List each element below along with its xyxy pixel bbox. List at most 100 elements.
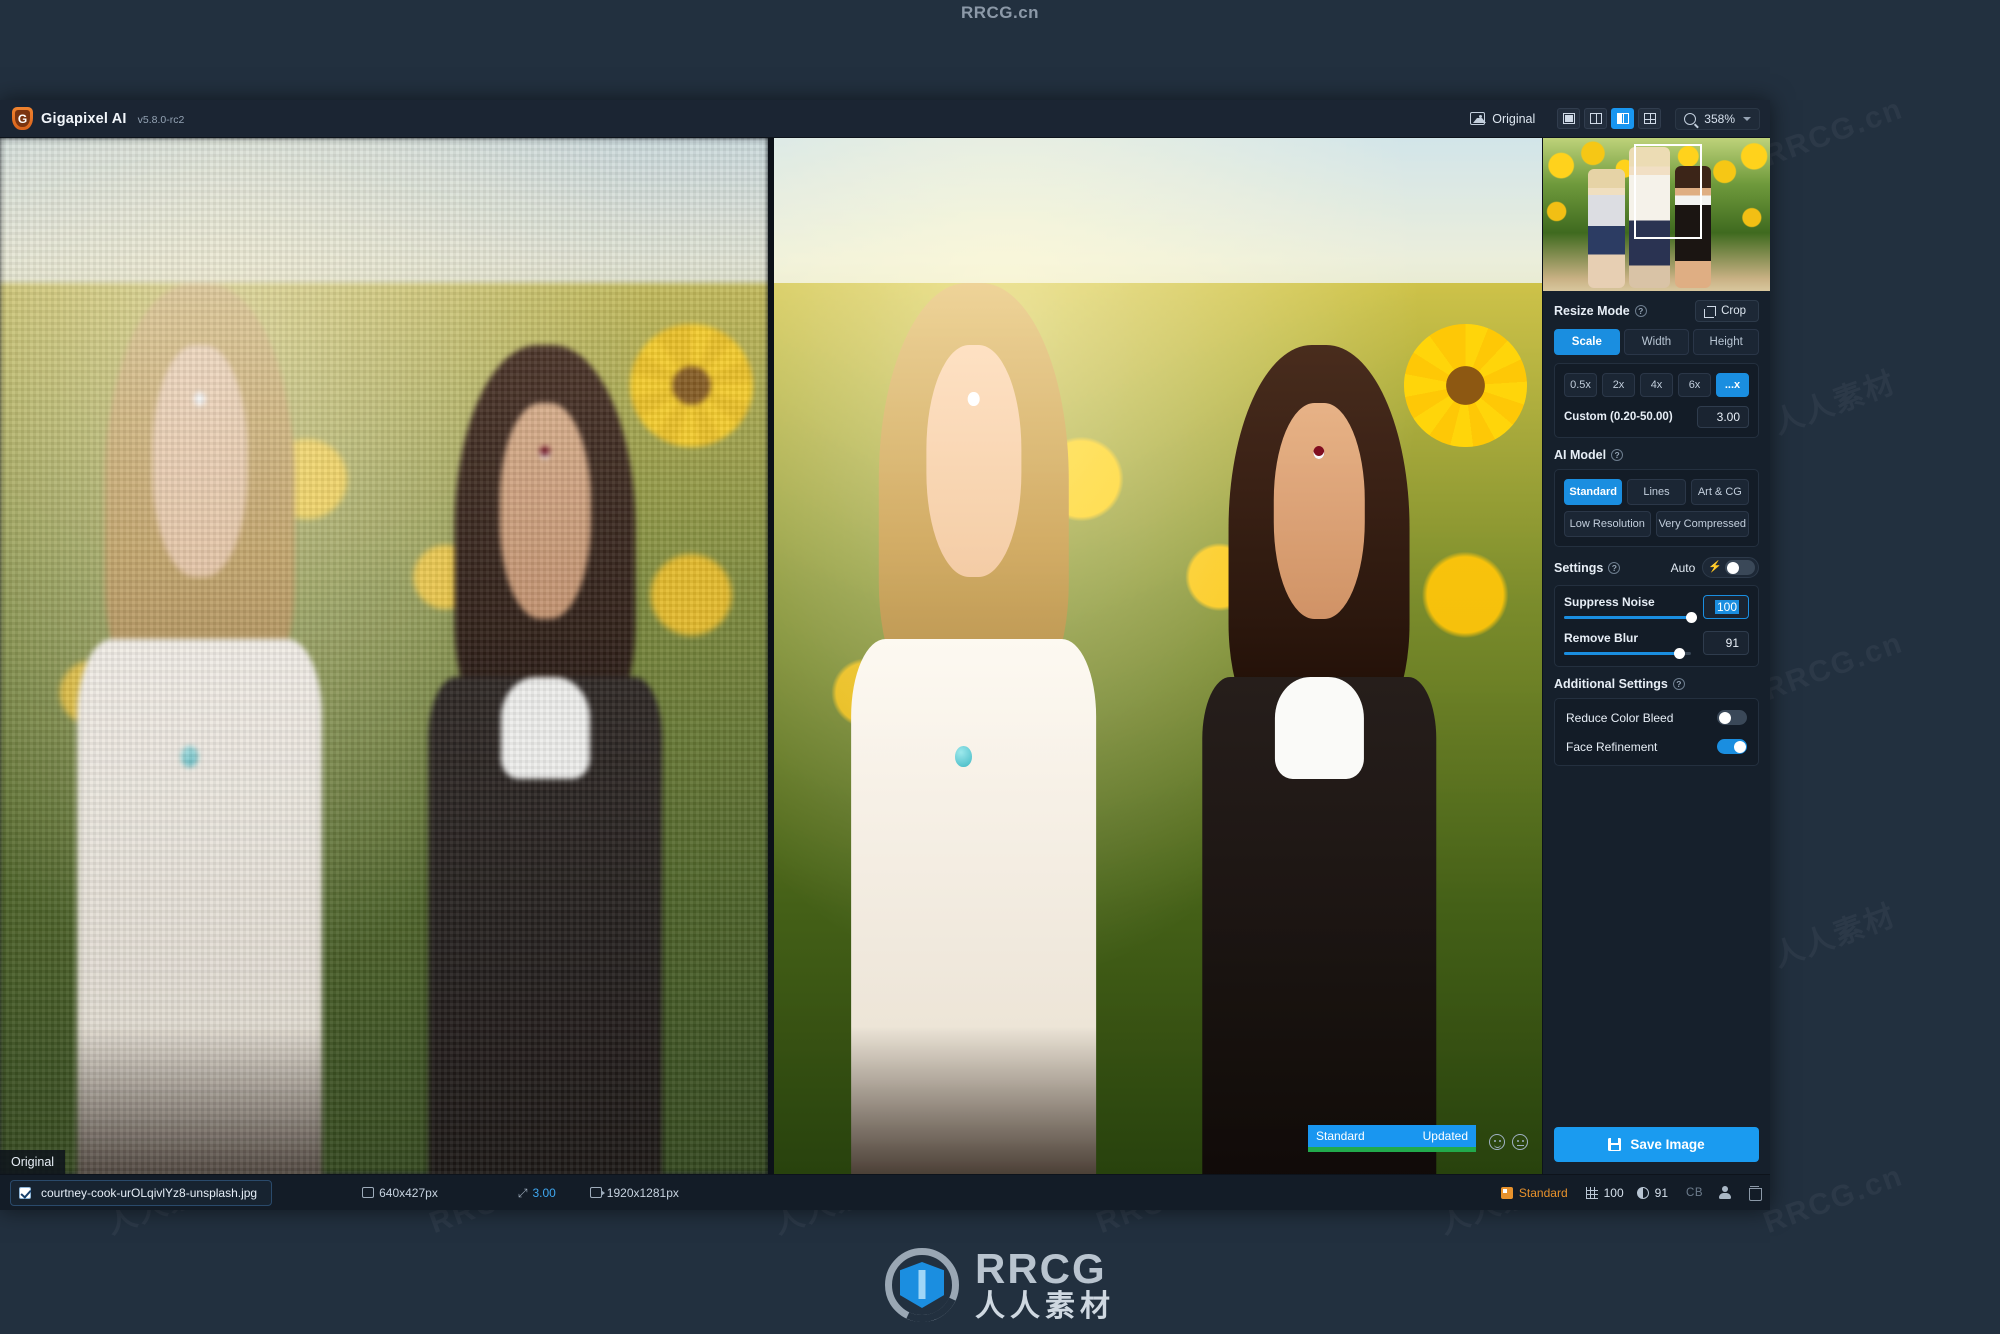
navigator-viewport-rect[interactable] (1633, 144, 1702, 239)
chevron-down-icon[interactable] (1743, 116, 1751, 121)
suppress-noise-value[interactable]: 100 (1703, 595, 1749, 619)
help-icon[interactable]: ? (1608, 561, 1621, 574)
resize-tab-scale[interactable]: Scale (1554, 329, 1620, 355)
settings-title-wrap: Settings ? (1554, 560, 1621, 575)
original-image-pane[interactable]: Original (0, 138, 768, 1174)
settings-header: Settings ? Auto ⚡ (1554, 557, 1759, 578)
photo-sunflower-large (1403, 324, 1527, 448)
help-icon[interactable]: ? (1611, 449, 1624, 461)
ai-model-title: AI Model (1554, 448, 1607, 462)
resize-tab-width[interactable]: Width (1623, 329, 1690, 355)
view-mode-split-button[interactable] (1584, 108, 1608, 129)
input-image-icon (362, 1187, 375, 1198)
ai-model-art-cg[interactable]: Art & CG (1690, 479, 1749, 505)
suppress-noise-slider-handle[interactable] (1685, 612, 1697, 623)
remove-blur-slider[interactable] (1564, 648, 1691, 659)
view-mode-side-by-side-button[interactable] (1611, 108, 1635, 129)
ai-model-low-resolution[interactable]: Low Resolution (1564, 511, 1651, 537)
scale-preset-6x[interactable]: 6x (1678, 373, 1711, 397)
ai-model-lines[interactable]: Lines (1627, 479, 1686, 505)
scale-preset-custom[interactable]: ...x (1716, 373, 1749, 397)
processing-status-row: Standard Updated (1308, 1125, 1476, 1147)
compare-panes: Original Standard Updated (0, 138, 1542, 1174)
processing-progress-bar (1308, 1147, 1476, 1152)
file-list-item[interactable]: courtney-cook-urOLqivlYz8-unsplash.jpg (10, 1179, 273, 1206)
auto-toggle-wrap: Auto ⚡ (1671, 557, 1759, 578)
subject-mouth (193, 391, 206, 406)
remove-blur-value[interactable]: 91 (1703, 631, 1749, 655)
delete-icon[interactable] (1749, 1186, 1762, 1201)
scale-preset-4x[interactable]: 4x (1640, 373, 1673, 397)
settings-section: Settings ? Auto ⚡ Suppress Noise 100 Rem… (1543, 557, 1770, 677)
compare-toggle[interactable]: Original (1462, 109, 1543, 129)
original-pane-label: Original (0, 1150, 66, 1174)
output-size-meta: 1920x1281px (589, 1185, 679, 1200)
remove-blur-top: Remove Blur 91 (1564, 631, 1749, 659)
suppress-noise-slider[interactable] (1564, 612, 1697, 623)
subject-torso (850, 639, 1097, 1174)
reduce-color-bleed-toggle[interactable] (1717, 710, 1747, 725)
additional-settings-title-wrap: Additional Settings ? (1554, 677, 1685, 691)
rrcg-shield-icon (900, 1262, 944, 1308)
settings-title: Settings (1554, 560, 1604, 575)
magnifier-icon (1684, 112, 1697, 125)
scale-preset-row: 0.5x 2x 4x 6x ...x (1564, 373, 1749, 397)
status-actions: CB (1686, 1186, 1762, 1201)
status-bar-right: Standard 100 91 CB (1500, 1186, 1762, 1201)
custom-scale-input[interactable]: 3.00 (1697, 406, 1749, 428)
thumbs-happy-icon[interactable] (1489, 1134, 1505, 1150)
scale-preset-0-5x[interactable]: 0.5x (1564, 373, 1597, 397)
output-image-pane[interactable]: Standard Updated (774, 138, 1542, 1174)
image-icon (1470, 112, 1486, 125)
navigator-preview[interactable] (1543, 138, 1770, 291)
ai-model-very-compressed[interactable]: Very Compressed (1655, 511, 1749, 537)
auto-label: Auto (1670, 560, 1696, 575)
resize-mode-title-wrap: Resize Mode ? (1554, 304, 1647, 318)
reduce-color-bleed-row: Reduce Color Bleed (1564, 703, 1749, 732)
compare-label: Original (1492, 111, 1536, 126)
save-image-label: Save Image (1630, 1137, 1705, 1152)
zoom-control[interactable]: 358% (1675, 107, 1760, 130)
thumbs-neutral-icon[interactable] (1512, 1134, 1528, 1150)
photo-subject-right (1173, 345, 1465, 1174)
split-view-icon (1589, 113, 1602, 124)
ai-model-card: Standard Lines Art & CG Low Resolution V… (1554, 469, 1759, 547)
subject-face (926, 345, 1022, 578)
file-checkbox[interactable] (19, 1186, 31, 1199)
scale-preset-2x[interactable]: 2x (1602, 373, 1635, 397)
save-image-button[interactable]: Save Image (1554, 1127, 1759, 1162)
lightning-icon: ⚡ (1708, 561, 1722, 573)
color-bleed-indicator: CB (1686, 1186, 1703, 1199)
file-name: courtney-cook-urOLqivlYz8-unsplash.jpg (41, 1185, 258, 1200)
view-mode-quad-button[interactable] (1638, 108, 1662, 129)
rrcg-mark-icon (885, 1248, 959, 1322)
face-refinement-toggle[interactable] (1717, 739, 1747, 754)
subject-mouth (967, 391, 980, 406)
suppress-noise-block: Suppress Noise 100 (1564, 595, 1749, 623)
remove-blur-slider-handle[interactable] (1674, 648, 1686, 659)
auto-toggle-switch[interactable] (1725, 560, 1755, 575)
help-icon[interactable]: ? (1672, 678, 1685, 690)
photo-subject-left (820, 283, 1127, 1174)
blur-contrast-icon (1636, 1186, 1649, 1199)
resize-tab-height[interactable]: Height (1693, 329, 1760, 355)
navigator-subject (1588, 168, 1625, 288)
crop-button[interactable]: Crop (1695, 300, 1759, 322)
ai-model-standard[interactable]: Standard (1564, 479, 1623, 505)
feedback-icons (1489, 1134, 1528, 1150)
auto-toggle[interactable]: ⚡ (1702, 557, 1759, 578)
gigapixel-logo-icon: G (12, 107, 33, 130)
face-refinement-label: Face Refinement (1566, 739, 1658, 754)
upscaled-photo (774, 138, 1542, 1174)
suppress-noise-slider-wrap: Suppress Noise (1564, 595, 1703, 623)
suppress-noise-top: Suppress Noise 100 (1564, 595, 1749, 623)
single-view-icon (1562, 113, 1575, 124)
image-canvas[interactable]: Original Standard Updated (0, 138, 1542, 1174)
help-icon[interactable]: ? (1634, 305, 1647, 317)
header-controls: Original 358% (1462, 107, 1760, 130)
crop-button-label: Crop (1721, 305, 1746, 317)
output-size-value: 1920x1281px (606, 1185, 679, 1200)
subject-face (152, 345, 248, 578)
view-mode-single-button[interactable] (1557, 108, 1581, 129)
face-refinement-icon[interactable] (1718, 1186, 1731, 1199)
